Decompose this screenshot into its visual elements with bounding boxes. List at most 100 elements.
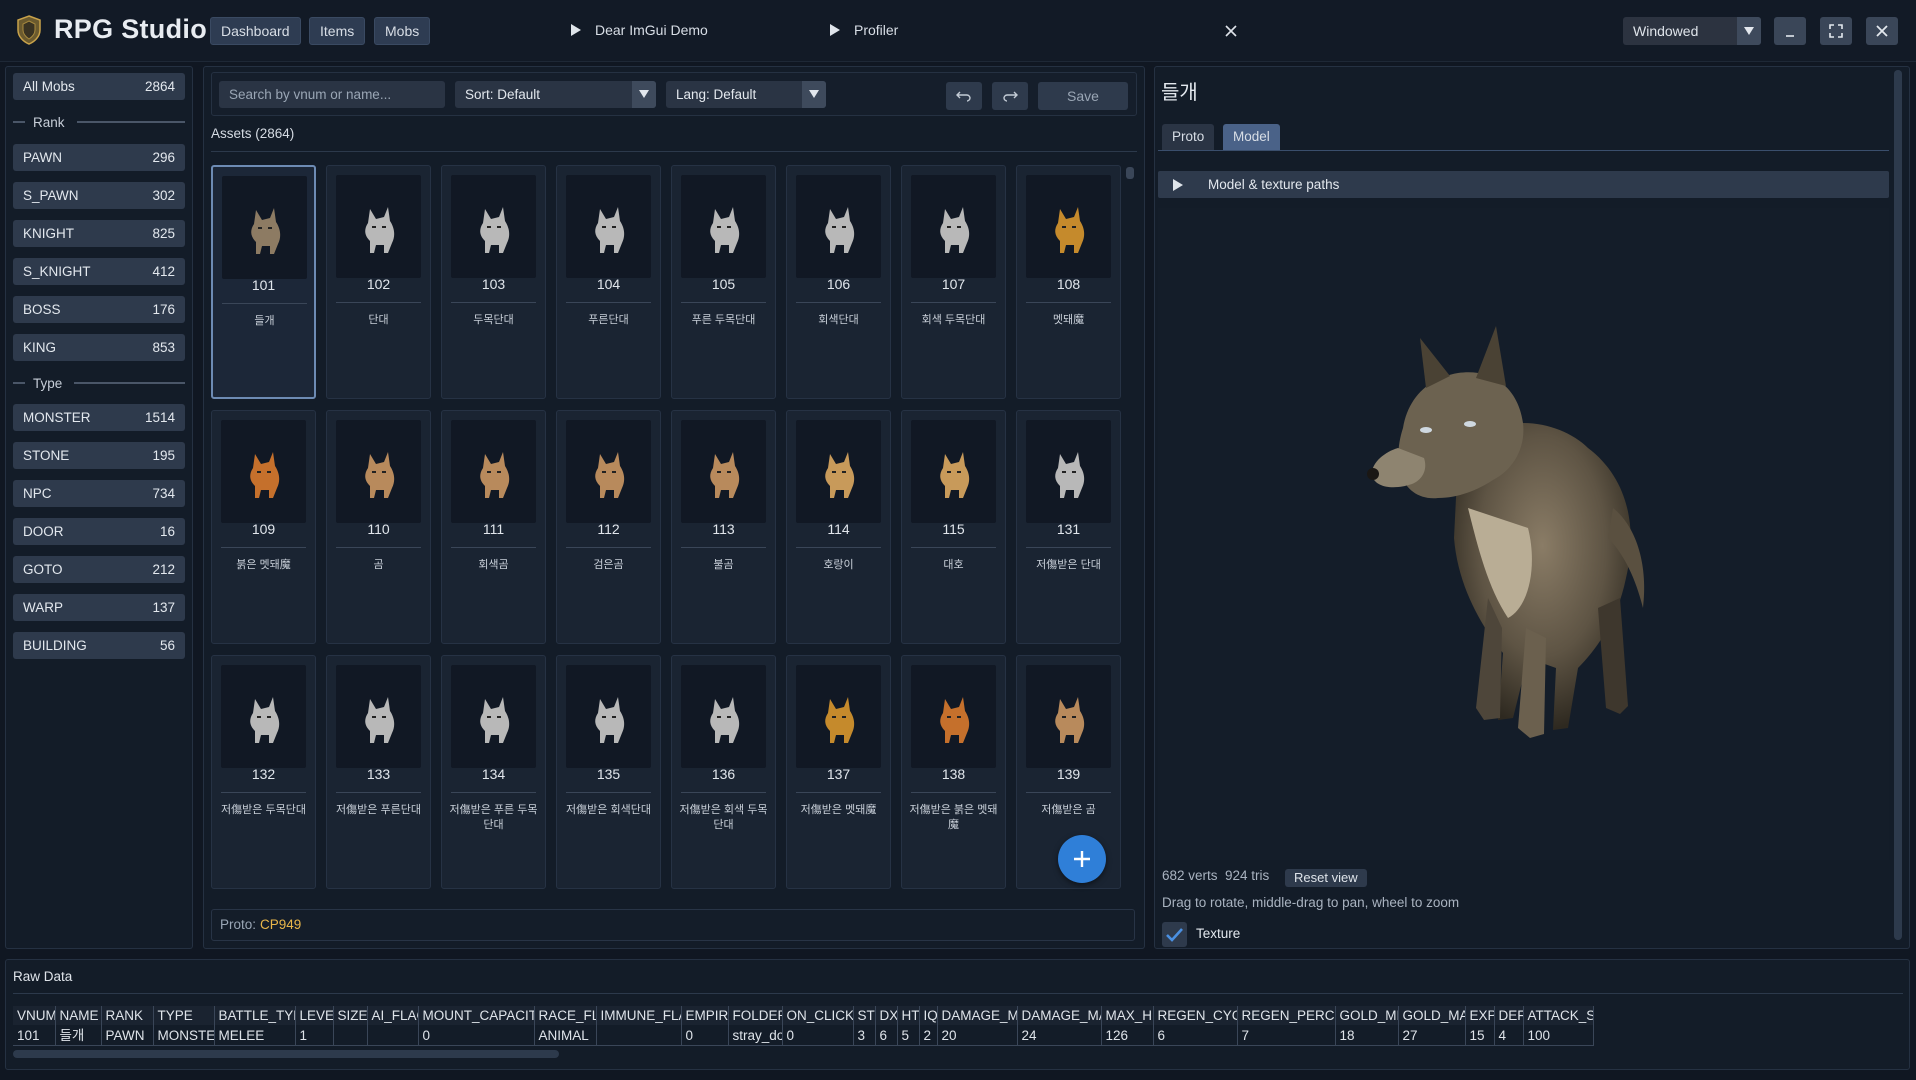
table-cell[interactable]: 15 bbox=[1465, 1025, 1495, 1047]
table-cell[interactable] bbox=[333, 1025, 368, 1047]
window-close-button[interactable] bbox=[1866, 17, 1898, 45]
filter-rank-s-knight[interactable]: S_KNIGHT 412 bbox=[13, 258, 185, 285]
scrollbar-thumb[interactable] bbox=[1894, 70, 1902, 940]
table-cell[interactable]: 6 bbox=[1153, 1025, 1238, 1047]
asset-card[interactable]: 111 회색곰 bbox=[441, 410, 546, 644]
filter-all-mobs[interactable]: All Mobs 2864 bbox=[13, 73, 185, 100]
detail-scrollbar[interactable] bbox=[1894, 70, 1902, 940]
table-cell[interactable]: 100 bbox=[1523, 1025, 1594, 1047]
table-cell[interactable]: 1 bbox=[295, 1025, 334, 1047]
filter-rank-boss[interactable]: BOSS 176 bbox=[13, 296, 185, 323]
asset-card[interactable]: 110 곰 bbox=[326, 410, 431, 644]
table-cell[interactable]: 3 bbox=[853, 1025, 876, 1047]
table-cell[interactable]: 0 bbox=[681, 1025, 729, 1047]
asset-card[interactable]: 101 들개 bbox=[211, 165, 316, 399]
column-header[interactable]: LEVEL bbox=[295, 1006, 334, 1026]
asset-card[interactable]: 112 검은곰 bbox=[556, 410, 661, 644]
filter-rank-king[interactable]: KING 853 bbox=[13, 334, 185, 361]
column-header[interactable]: NAME bbox=[55, 1006, 102, 1026]
asset-card[interactable]: 131 저傷받은 단대 bbox=[1016, 410, 1121, 644]
model-paths-collapsible[interactable]: Model & texture paths bbox=[1158, 171, 1889, 198]
table-cell[interactable] bbox=[596, 1025, 682, 1047]
table-cell[interactable]: 18 bbox=[1335, 1025, 1399, 1047]
asset-card[interactable]: 104 푸른단대 bbox=[556, 165, 661, 399]
filter-type-warp[interactable]: WARP 137 bbox=[13, 594, 185, 621]
asset-card[interactable]: 108 멧돼魔 bbox=[1016, 165, 1121, 399]
asset-card[interactable]: 136 저傷받은 회색 두목단대 bbox=[671, 655, 776, 889]
table-cell[interactable]: 101 bbox=[13, 1025, 56, 1047]
asset-card[interactable]: 138 저傷받은 붉은 멧돼魔 bbox=[901, 655, 1006, 889]
asset-card[interactable]: 115 대호 bbox=[901, 410, 1006, 644]
filter-type-door[interactable]: DOOR 16 bbox=[13, 518, 185, 545]
asset-card[interactable]: 114 호랑이 bbox=[786, 410, 891, 644]
save-button[interactable]: Save bbox=[1038, 82, 1128, 110]
asset-card[interactable]: 105 푸른 두목단대 bbox=[671, 165, 776, 399]
undo-button[interactable] bbox=[946, 82, 982, 110]
table-cell[interactable]: 7 bbox=[1237, 1025, 1336, 1047]
filter-type-npc[interactable]: NPC 734 bbox=[13, 480, 185, 507]
table-cell[interactable]: MELEE bbox=[214, 1025, 296, 1047]
column-header[interactable]: MOUNT_CAPACITY bbox=[418, 1006, 535, 1026]
table-cell[interactable]: 0 bbox=[782, 1025, 854, 1047]
filter-type-stone[interactable]: STONE 195 bbox=[13, 442, 185, 469]
maximize-button[interactable] bbox=[1820, 17, 1852, 45]
column-header[interactable]: DAMAGE_MIN bbox=[937, 1006, 1018, 1026]
add-mob-button[interactable] bbox=[1058, 835, 1106, 883]
table-row[interactable]: 101들개PAWNMONSTERMELEE10ANIMAL0stray_dog0… bbox=[13, 1025, 1594, 1047]
asset-card[interactable]: 109 붉은 멧돼魔 bbox=[211, 410, 316, 644]
table-cell[interactable]: 27 bbox=[1398, 1025, 1466, 1047]
column-header[interactable]: SIZE bbox=[333, 1006, 368, 1026]
redo-button[interactable] bbox=[992, 82, 1028, 110]
tab-proto[interactable]: Proto bbox=[1162, 124, 1215, 150]
column-header[interactable]: GOLD_MAX bbox=[1398, 1006, 1466, 1026]
table-cell[interactable]: 2 bbox=[919, 1025, 938, 1047]
asset-card[interactable]: 106 회색단대 bbox=[786, 165, 891, 399]
demo-window-toggle[interactable]: Dear ImGui Demo bbox=[571, 22, 708, 38]
table-cell[interactable]: 4 bbox=[1494, 1025, 1524, 1047]
table-cell[interactable]: MONSTER bbox=[153, 1025, 215, 1047]
encoding-value[interactable]: CP949 bbox=[260, 917, 301, 932]
model-viewport[interactable] bbox=[1158, 208, 1889, 860]
asset-card[interactable]: 102 단대 bbox=[326, 165, 431, 399]
asset-card[interactable]: 133 저傷받은 푸른단대 bbox=[326, 655, 431, 889]
column-header[interactable]: HT bbox=[897, 1006, 920, 1026]
raw-table-scrollbar[interactable] bbox=[13, 1050, 559, 1058]
sort-select[interactable]: Sort: Default bbox=[455, 81, 656, 108]
table-cell[interactable]: 126 bbox=[1101, 1025, 1154, 1047]
column-header[interactable]: DEF bbox=[1494, 1006, 1524, 1026]
table-cell[interactable]: stray_dog bbox=[728, 1025, 783, 1047]
column-header[interactable]: FOLDER bbox=[728, 1006, 783, 1026]
column-header[interactable]: MAX_HP bbox=[1101, 1006, 1154, 1026]
column-header[interactable]: TYPE bbox=[153, 1006, 215, 1026]
minimize-button[interactable] bbox=[1774, 17, 1806, 45]
asset-card[interactable]: 134 저傷받은 푸른 두목단대 bbox=[441, 655, 546, 889]
nav-items-button[interactable]: Items bbox=[309, 17, 366, 45]
column-header[interactable]: IMMUNE_FLAG bbox=[596, 1006, 682, 1026]
filter-type-monster[interactable]: MONSTER 1514 bbox=[13, 404, 185, 431]
grid-scrollbar[interactable] bbox=[1126, 167, 1134, 179]
column-header[interactable]: ON_CLICK bbox=[782, 1006, 854, 1026]
column-header[interactable]: EXP bbox=[1465, 1006, 1495, 1026]
asset-card[interactable]: 132 저傷받은 두목단대 bbox=[211, 655, 316, 889]
column-header[interactable]: EMPIRE bbox=[681, 1006, 729, 1026]
table-cell[interactable]: 5 bbox=[897, 1025, 920, 1047]
asset-card[interactable]: 137 저傷받은 멧돼魔 bbox=[786, 655, 891, 889]
reset-view-button[interactable]: Reset view bbox=[1285, 869, 1367, 887]
asset-card[interactable]: 135 저傷받은 회색단대 bbox=[556, 655, 661, 889]
asset-card[interactable]: 103 두목단대 bbox=[441, 165, 546, 399]
search-input[interactable]: Search by vnum or name... bbox=[219, 81, 445, 108]
close-icon[interactable] bbox=[1222, 22, 1240, 40]
table-cell[interactable]: PAWN bbox=[101, 1025, 154, 1047]
column-header[interactable]: BATTLE_TYPE bbox=[214, 1006, 296, 1026]
column-header[interactable]: VNUM bbox=[13, 1006, 56, 1026]
tab-model[interactable]: Model bbox=[1223, 124, 1280, 150]
column-header[interactable]: RANK bbox=[101, 1006, 154, 1026]
column-header[interactable]: ATTACK_S bbox=[1523, 1006, 1594, 1026]
table-cell[interactable]: 0 bbox=[418, 1025, 535, 1047]
profiler-toggle[interactable]: Profiler bbox=[830, 22, 898, 38]
column-header[interactable]: ST bbox=[853, 1006, 876, 1026]
lang-select[interactable]: Lang: Default bbox=[666, 81, 826, 108]
column-header[interactable]: DX bbox=[875, 1006, 898, 1026]
table-cell[interactable]: ANIMAL bbox=[534, 1025, 597, 1047]
nav-mobs-button[interactable]: Mobs bbox=[374, 17, 431, 45]
